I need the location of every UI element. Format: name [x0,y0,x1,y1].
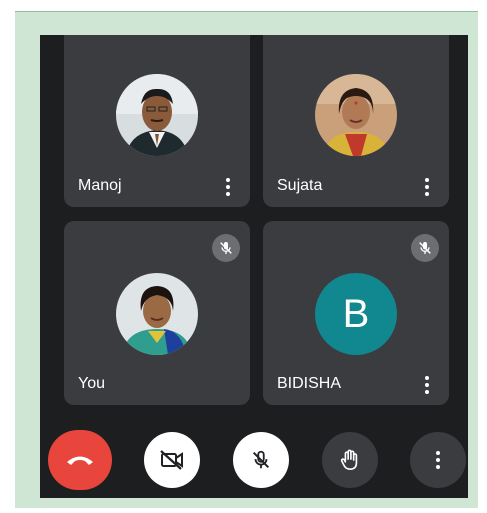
more-options-button[interactable] [410,432,466,488]
call-controls [40,427,468,498]
phone-hangup-icon [67,456,93,465]
avatar-initial: B [315,273,397,355]
participant-tile-you[interactable]: You [64,221,250,405]
microphone-toggle-button[interactable] [233,432,289,488]
mic-off-icon [212,234,240,262]
more-vert-icon [436,451,440,469]
mic-off-icon [252,450,270,469]
camera-off-icon [160,450,183,470]
raise-hand-button[interactable] [322,432,378,488]
avatar [116,273,198,355]
avatar [116,74,198,156]
participant-tile-manoj[interactable]: Manoj [64,35,250,207]
avatar [315,74,397,156]
mic-off-icon [411,234,439,262]
participant-name: Manoj [78,177,122,194]
participant-tile-sujata[interactable]: Sujata [263,35,449,207]
participant-name: BIDISHA [277,375,342,392]
camera-toggle-button[interactable] [144,432,200,488]
participant-name: You [78,375,105,392]
participant-name: Sujata [277,177,323,194]
more-vert-icon[interactable] [226,178,230,196]
more-vert-icon[interactable] [425,376,429,394]
participant-tile-bidisha[interactable]: B BIDISHA [263,221,449,405]
more-vert-icon[interactable] [425,178,429,196]
hand-icon [340,449,358,470]
end-call-button[interactable] [48,430,112,490]
meeting-screen: Manoj Sujata You B BIDISHA [40,35,468,498]
